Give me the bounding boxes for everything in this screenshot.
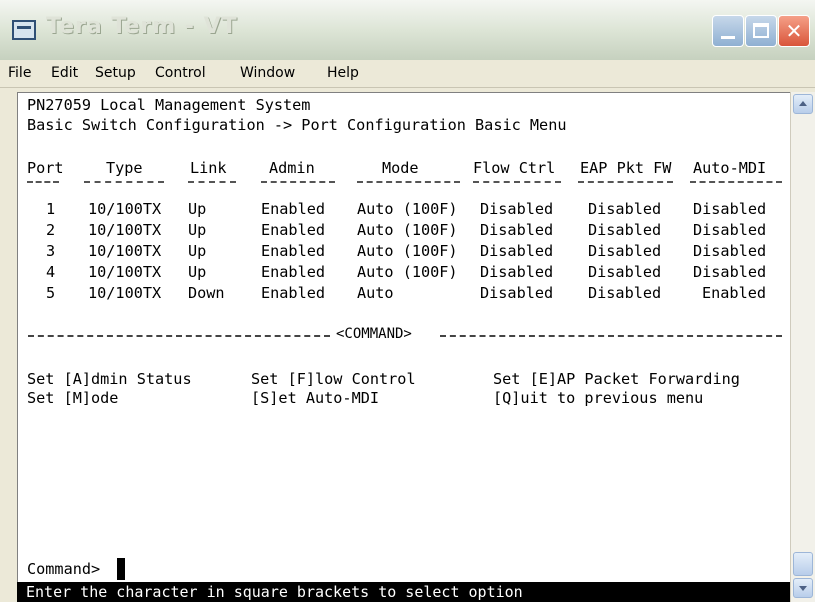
col-header-auto-mdi: Auto-MDI [693,159,767,177]
port-type: 10/100TX [88,284,162,302]
command-separator-line [28,335,330,337]
port-admin: Enabled [261,263,326,281]
command-quit[interactable]: [Q]uit to previous menu [493,390,703,407]
header-underline [357,181,460,183]
col-header-flow-ctrl: Flow Ctrl [473,159,556,177]
header-underline [690,181,782,183]
col-header-type: Type [106,159,143,177]
port-eap-pkt-fw: Disabled [588,200,662,218]
port-flow-ctrl: Disabled [480,200,554,218]
port-auto-mdi: Disabled [693,200,767,218]
port-eap-pkt-fw: Disabled [588,242,662,260]
port-type: 10/100TX [88,263,162,281]
port-number: 4 [46,263,56,281]
status-bar: Enter the character in square brackets t… [17,582,790,602]
col-header-eap-pkt-fw: EAP Pkt FW [580,159,672,177]
command-separator-line [440,335,782,337]
header-underline [578,181,673,183]
port-link: Up [188,242,207,260]
system-title: PN27059 Local Management System [27,96,311,114]
scroll-down-icon[interactable] [793,578,813,598]
port-number: 1 [46,200,56,218]
terminal-screen[interactable]: PN27059 Local Management System Basic Sw… [17,92,791,602]
port-link: Up [188,221,207,239]
port-auto-mdi: Enabled [702,284,767,302]
port-flow-ctrl: Disabled [480,242,554,260]
header-underline [188,181,236,183]
title-bar[interactable]: Tera Term - VT ✕ [0,0,815,60]
maximize-icon[interactable] [745,15,777,47]
port-mode: Auto (100F) [357,221,458,239]
scroll-up-icon[interactable] [793,94,813,114]
port-auto-mdi: Disabled [693,263,767,281]
minimize-icon[interactable] [712,15,744,47]
command-admin-status[interactable]: Set [A]dmin Status [27,371,192,388]
port-type: 10/100TX [88,242,162,260]
col-header-link: Link [190,159,227,177]
port-admin: Enabled [261,242,326,260]
command-prompt: Command> [27,560,101,578]
tera-term-window: Tera Term - VT ✕ File Edit Setup Control… [0,0,815,602]
menu-window[interactable]: Window [240,65,295,81]
col-header-port: Port [27,159,64,177]
command-separator-label: <COMMAND> [336,326,412,342]
port-mode: Auto (100F) [357,200,458,218]
status-text: Enter the character in square brackets t… [26,583,523,601]
menu-bar: File Edit Setup Control Window Help [0,60,815,88]
window-title: Tera Term - VT [46,14,238,39]
tera-term-app-icon[interactable] [12,20,36,40]
port-mode: Auto [357,284,394,302]
command-auto-mdi[interactable]: [S]et Auto-MDI [251,390,379,407]
col-header-admin: Admin [269,159,315,177]
port-type: 10/100TX [88,221,162,239]
menu-setup[interactable]: Setup [95,65,136,81]
port-flow-ctrl: Disabled [480,221,554,239]
header-underline [84,181,164,183]
port-auto-mdi: Disabled [693,221,767,239]
port-number: 2 [46,221,56,239]
port-eap-pkt-fw: Disabled [588,263,662,281]
command-eap-packet-forwarding[interactable]: Set [E]AP Packet Forwarding [493,371,740,388]
menu-breadcrumb: Basic Switch Configuration -> Port Confi… [27,116,567,134]
port-eap-pkt-fw: Disabled [588,284,662,302]
menu-edit[interactable]: Edit [51,65,78,81]
close-icon[interactable]: ✕ [778,15,810,47]
port-mode: Auto (100F) [357,242,458,260]
header-underline [473,181,561,183]
port-link: Down [188,284,225,302]
menu-control[interactable]: Control [155,65,206,81]
port-auto-mdi: Disabled [693,242,767,260]
header-underline [261,181,335,183]
port-flow-ctrl: Disabled [480,284,554,302]
port-number: 5 [46,284,56,302]
header-underline [27,181,59,183]
vertical-scrollbar[interactable] [790,92,815,602]
port-flow-ctrl: Disabled [480,263,554,281]
port-admin: Enabled [261,200,326,218]
port-link: Up [188,263,207,281]
scroll-thumb[interactable] [793,552,813,576]
port-eap-pkt-fw: Disabled [588,221,662,239]
port-type: 10/100TX [88,200,162,218]
port-admin: Enabled [261,284,326,302]
port-link: Up [188,200,207,218]
command-flow-control[interactable]: Set [F]low Control [251,371,416,388]
port-admin: Enabled [261,221,326,239]
command-mode[interactable]: Set [M]ode [27,390,118,407]
menu-file[interactable]: File [8,65,31,81]
col-header-mode: Mode [382,159,419,177]
port-number: 3 [46,242,56,260]
menu-help[interactable]: Help [327,65,359,81]
port-mode: Auto (100F) [357,263,458,281]
text-cursor [117,558,125,580]
